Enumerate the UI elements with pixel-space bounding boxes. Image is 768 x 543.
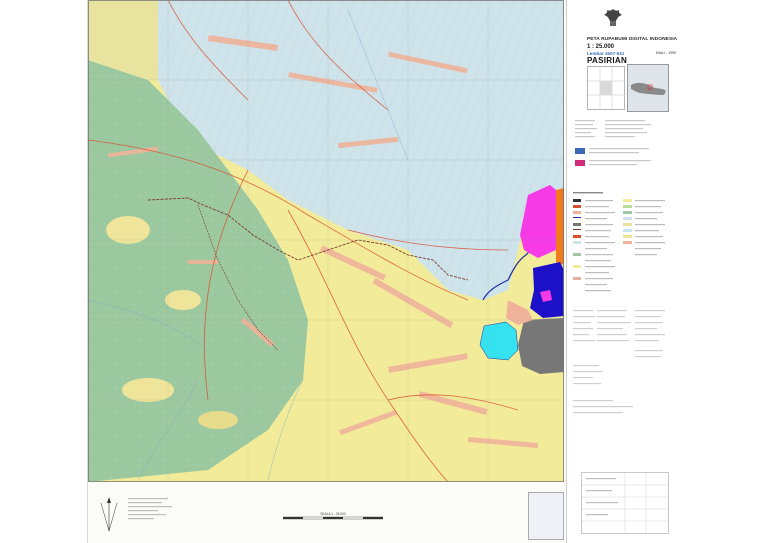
garuda-emblem-icon <box>604 9 622 26</box>
scale-bar-graphic <box>283 516 383 520</box>
map-sheet: SKALA 1 : 25.000 PETA RUPABUMI DIGITAL I… <box>88 0 681 543</box>
cultivated-patch <box>198 411 238 429</box>
metadata-lines <box>575 120 651 166</box>
map-info-panel: PETA RUPABUMI DIGITAL INDONESIA 1 : 25.0… <box>566 0 681 543</box>
map-scale: 1 : 25.000 <box>587 44 615 50</box>
sheet-index-grid <box>587 66 625 110</box>
credit-text-block <box>128 498 172 520</box>
topographic-map[interactable] <box>88 0 564 482</box>
blue-zone <box>530 262 564 318</box>
gray-zone <box>518 318 564 374</box>
legend <box>573 192 665 414</box>
cultivated-patch <box>165 290 201 310</box>
island-inset-map <box>627 64 669 112</box>
cultivated-patch <box>106 216 150 244</box>
cyan-zone <box>479 321 519 361</box>
orange-zone <box>556 188 564 265</box>
edition-label: Edisi I - 1999 <box>656 51 676 55</box>
series-title: PETA RUPABUMI DIGITAL INDONESIA <box>587 37 678 42</box>
cultivated-patch <box>122 378 174 402</box>
scale-bar: SKALA 1 : 25.000 <box>283 512 383 522</box>
map-viewport: SKALA 1 : 25.000 PETA RUPABUMI DIGITAL I… <box>0 0 768 543</box>
sheet-name: PASIRIAN <box>587 56 628 65</box>
sheet-diagram-box <box>581 472 669 534</box>
sheet-diagram <box>582 473 668 533</box>
location-inset <box>528 492 564 540</box>
north-arrow-icon <box>100 497 118 532</box>
